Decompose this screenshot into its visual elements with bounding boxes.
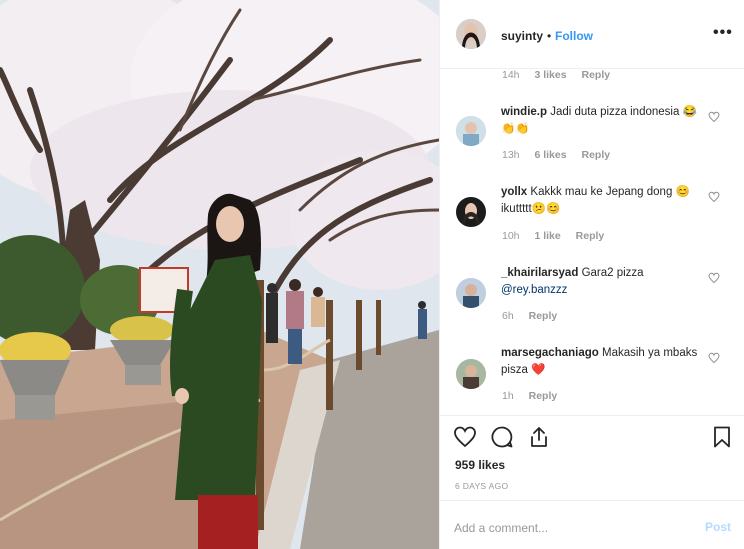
author-avatar[interactable] <box>456 19 486 49</box>
post-sidebar: suyinty • Follow ••• 14h 3 likes Reply w… <box>439 0 744 549</box>
comment-text-block: windie.p Jadi duta pizza indonesia 😂👏👏 <box>501 104 706 138</box>
comment-meta: 6h Reply <box>502 310 569 322</box>
commenter-avatar[interactable] <box>456 359 486 389</box>
commenter-username[interactable]: yollx <box>501 186 527 198</box>
comment-likes[interactable]: 6 likes <box>534 149 566 161</box>
comment-like-icon[interactable] <box>708 352 720 364</box>
post-photo[interactable] <box>0 0 439 549</box>
reply-button[interactable]: Reply <box>529 310 558 322</box>
add-comment-bar: Post <box>440 500 744 549</box>
post-comment-button[interactable]: Post <box>705 520 731 534</box>
separator-dot: • <box>547 29 552 43</box>
commenter-avatar[interactable] <box>456 278 486 308</box>
comment-time: 10h <box>502 230 520 242</box>
commenter-avatar[interactable] <box>456 197 486 227</box>
comment-time: 1h <box>502 390 514 402</box>
bookmark-icon[interactable] <box>710 425 734 449</box>
more-options-icon[interactable]: ••• <box>713 24 733 42</box>
comment-likes[interactable]: 3 likes <box>534 69 566 81</box>
heart-icon[interactable] <box>453 425 477 449</box>
commenter-username[interactable]: marsegachaniago <box>501 347 599 359</box>
actions-divider <box>440 415 744 416</box>
comment-text-block: yollx Kakkk mau ke Jepang dong 😊ikuttttt… <box>501 184 706 218</box>
comment-icon[interactable] <box>490 425 514 449</box>
comment-like-icon[interactable] <box>708 191 720 203</box>
likes-count[interactable]: 959 likes <box>455 458 505 472</box>
commenter-avatar[interactable] <box>456 116 486 146</box>
author-username[interactable]: suyinty <box>501 29 543 43</box>
commenter-username[interactable]: windie.p <box>501 106 547 118</box>
commenter-username[interactable]: _khairilarsyad <box>501 267 578 279</box>
share-icon[interactable] <box>527 425 551 449</box>
post-date[interactable]: 6 DAYS AGO <box>455 481 508 491</box>
add-comment-input[interactable] <box>454 519 694 537</box>
reply-button[interactable]: Reply <box>576 230 605 242</box>
comment-like-icon[interactable] <box>708 272 720 284</box>
comment-time: 14h <box>502 69 520 81</box>
comment-time: 13h <box>502 149 520 161</box>
comment-like-icon[interactable] <box>708 111 720 123</box>
comment-meta: 10h 1 like Reply <box>502 230 616 242</box>
follow-button[interactable]: Follow <box>555 29 593 43</box>
comment-time: 6h <box>502 310 514 322</box>
reply-button[interactable]: Reply <box>582 69 611 81</box>
comment-meta: 1h Reply <box>502 390 569 402</box>
comment-text-block: _khairilarsyad Gara2 pizza @rey.banzzz <box>501 265 706 299</box>
post-header: suyinty • Follow ••• <box>440 0 744 69</box>
comment-meta-top: 14h 3 likes Reply <box>502 69 622 81</box>
reply-button[interactable]: Reply <box>529 390 558 402</box>
cherry-blossom-photo <box>0 0 439 549</box>
comment-text-block: marsegachaniago Makasih ya mbaks pisza ❤… <box>501 345 706 379</box>
comment-likes[interactable]: 1 like <box>534 230 560 242</box>
comment-text: Gara2 pizza <box>581 267 644 279</box>
reply-button[interactable]: Reply <box>582 149 611 161</box>
comment-text: Kakkk mau ke Jepang dong 😊ikuttttt😕😊 <box>501 186 690 215</box>
comment-meta: 13h 6 likes Reply <box>502 149 622 161</box>
mention-link[interactable]: @rey.banzzz <box>501 284 567 296</box>
